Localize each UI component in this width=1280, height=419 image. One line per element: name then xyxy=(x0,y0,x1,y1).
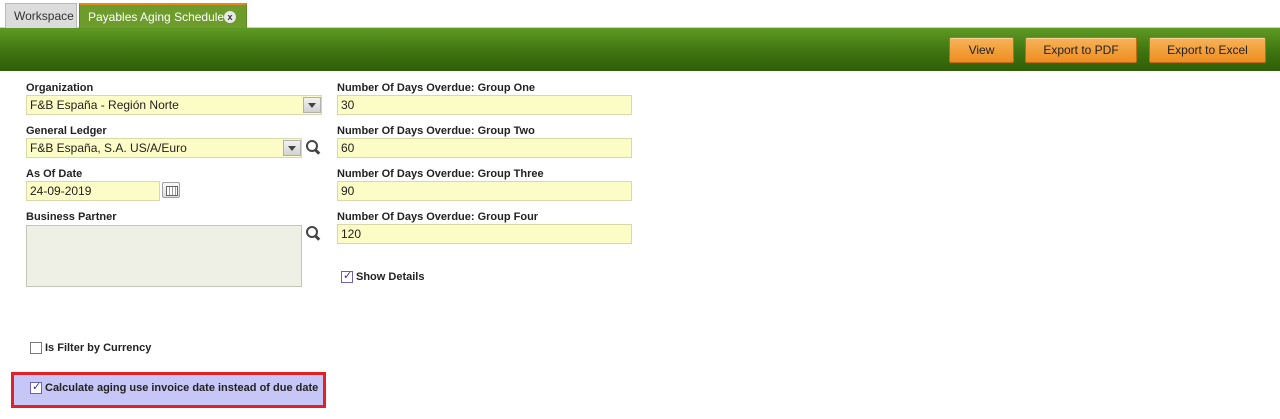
toolbar: View Export to PDF Export to Excel xyxy=(0,28,1280,71)
tab-payables-aging-schedule[interactable]: Payables Aging Schedule x xyxy=(79,3,247,28)
export-excel-button[interactable]: Export to Excel xyxy=(1149,37,1266,63)
view-button[interactable]: View xyxy=(949,37,1014,63)
export-pdf-button[interactable]: Export to PDF xyxy=(1025,37,1137,63)
general-ledger-dropdown-icon[interactable] xyxy=(283,140,301,156)
invoice-date-aging-label: Calculate aging use invoice date instead… xyxy=(45,382,319,394)
group-one-label: Number Of Days Overdue: Group One xyxy=(337,82,536,94)
filter-by-currency-checkbox[interactable] xyxy=(30,342,42,354)
general-ledger-search-icon[interactable] xyxy=(305,139,321,155)
general-ledger-label: General Ledger xyxy=(26,125,107,137)
organization-select[interactable]: F&B España - Región Norte xyxy=(26,95,322,115)
general-ledger-select[interactable]: F&B España, S.A. US/A/Euro xyxy=(26,138,302,158)
as-of-date-input[interactable]: 24-09-2019 xyxy=(26,181,160,201)
tab-title: Payables Aging Schedule xyxy=(88,10,225,24)
group-two-label: Number Of Days Overdue: Group Two xyxy=(337,125,535,137)
close-icon[interactable]: x xyxy=(224,11,236,23)
show-details-checkbox[interactable] xyxy=(341,269,353,283)
tab-bar: Workspace Payables Aging Schedule x xyxy=(0,0,1280,28)
group-four-label: Number Of Days Overdue: Group Four xyxy=(337,211,539,223)
organization-dropdown-icon[interactable] xyxy=(303,97,321,113)
business-partner-list[interactable] xyxy=(26,225,302,287)
filter-by-currency-label: Is Filter by Currency xyxy=(45,342,152,354)
show-details-label: Show Details xyxy=(356,271,425,283)
business-partner-label: Business Partner xyxy=(26,211,117,223)
group-one-input[interactable]: 30 xyxy=(337,95,632,115)
business-partner-search-icon[interactable] xyxy=(305,225,321,241)
group-three-input[interactable]: 90 xyxy=(337,181,632,201)
invoice-date-aging-checkbox[interactable] xyxy=(30,380,42,394)
as-of-date-label: As Of Date xyxy=(26,168,83,180)
organization-label: Organization xyxy=(26,82,94,94)
tab-workspace[interactable]: Workspace xyxy=(5,3,77,28)
group-three-label: Number Of Days Overdue: Group Three xyxy=(337,168,544,180)
group-two-input[interactable]: 60 xyxy=(337,138,632,158)
calendar-icon[interactable] xyxy=(162,182,180,198)
group-four-input[interactable]: 120 xyxy=(337,224,632,244)
